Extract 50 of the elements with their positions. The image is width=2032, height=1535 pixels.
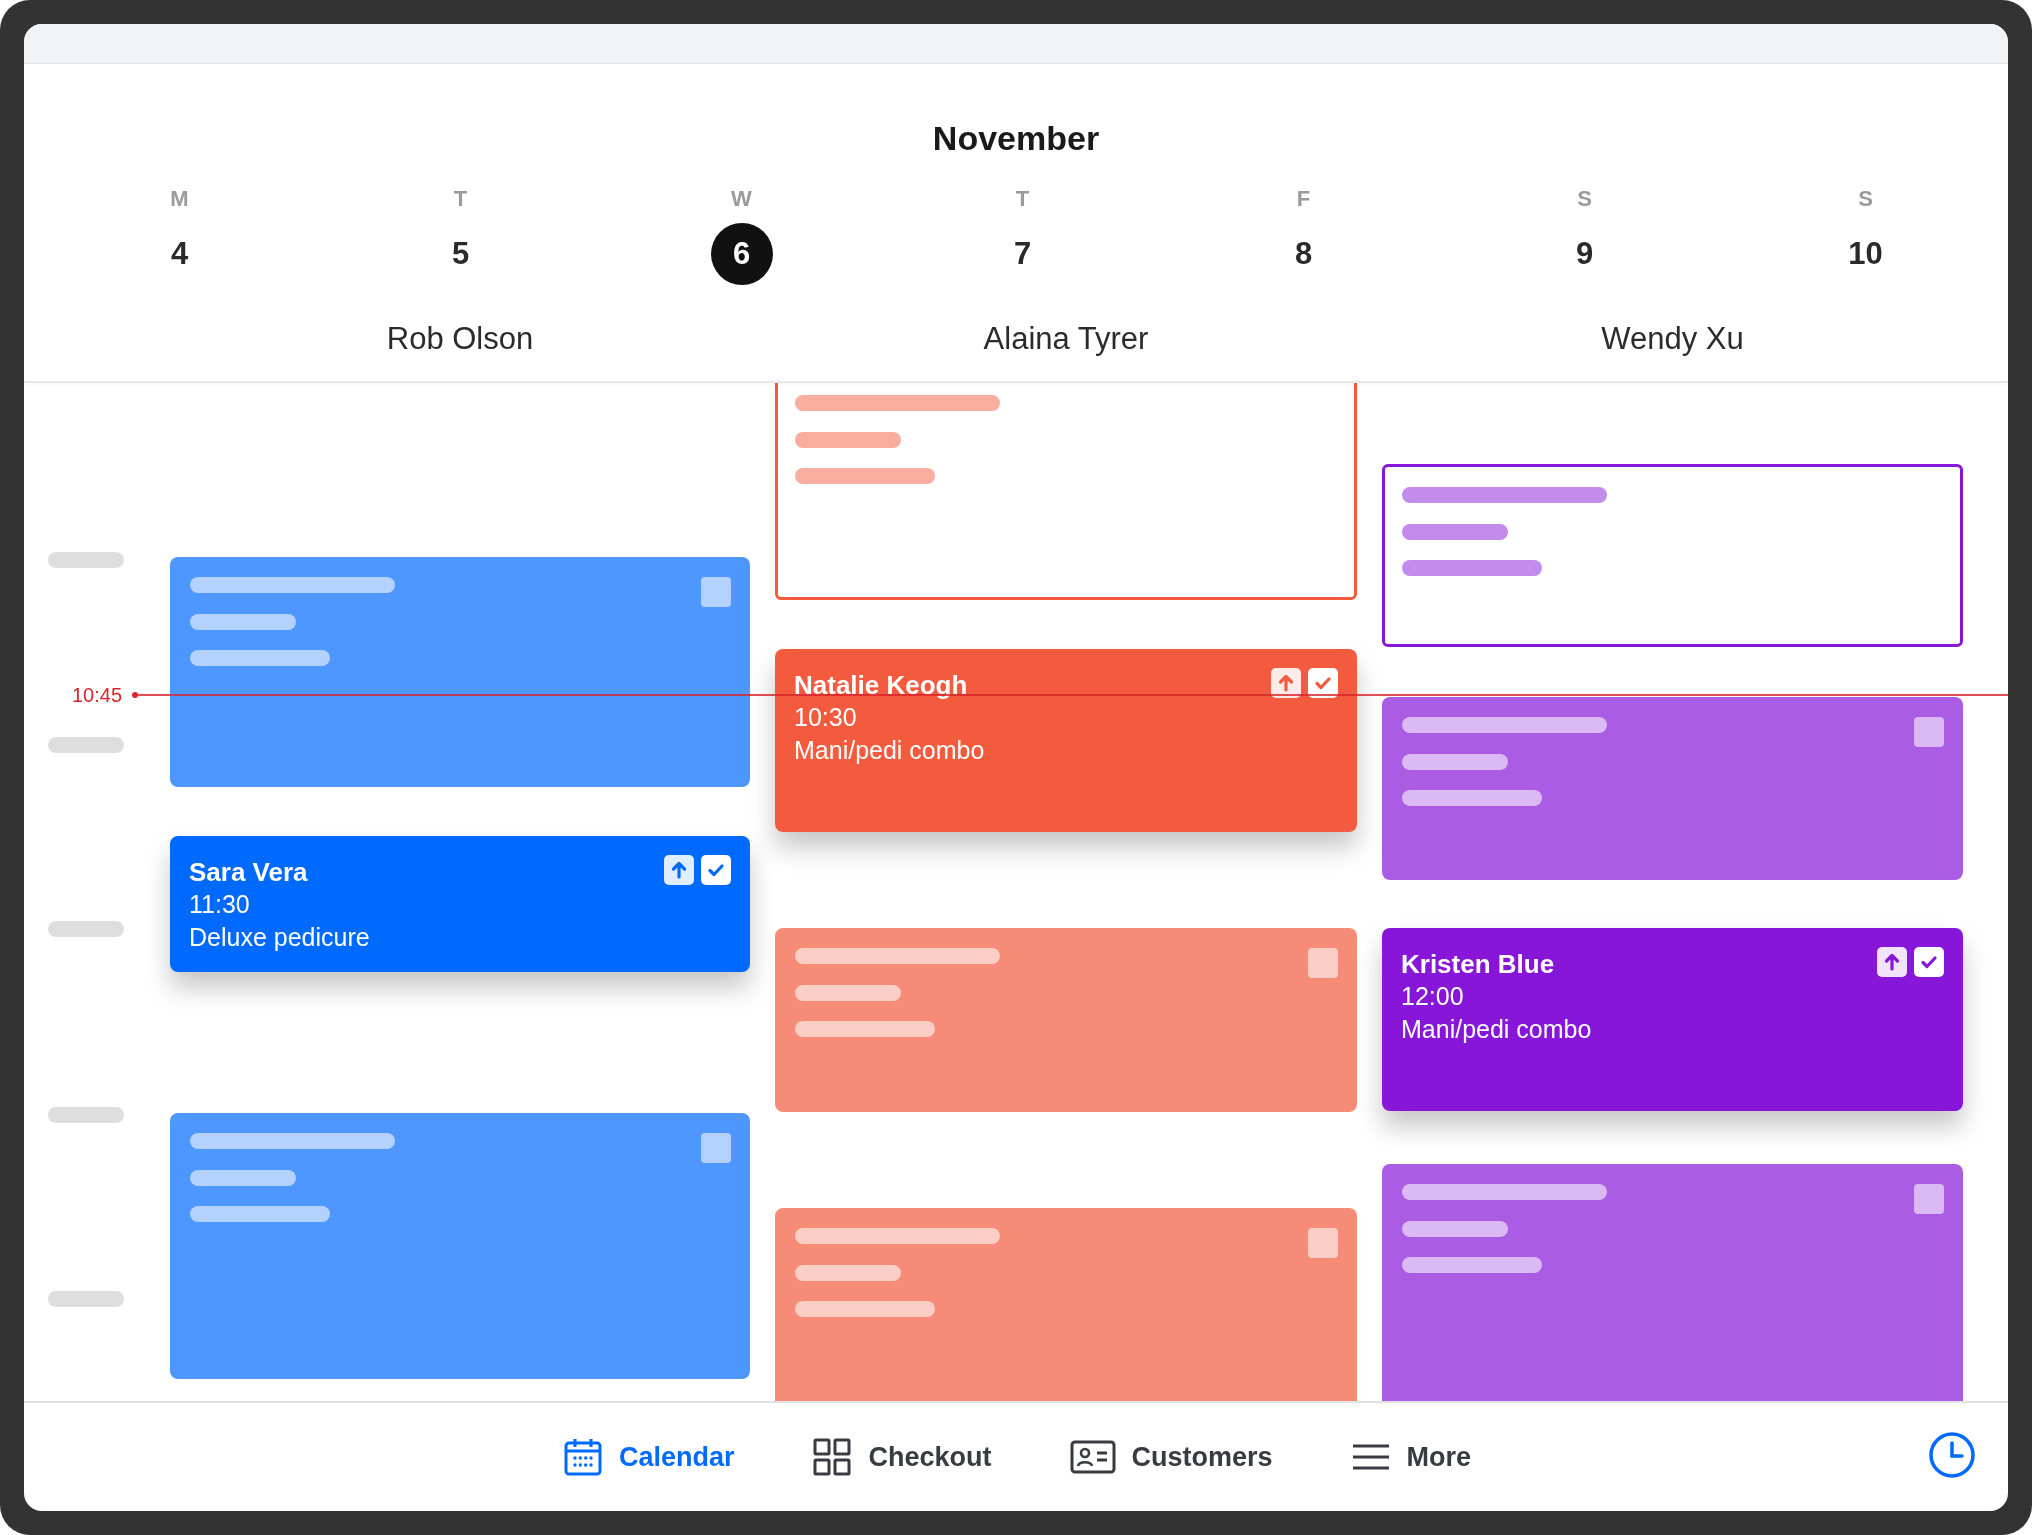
weekday-label: W — [731, 186, 752, 212]
appointment-time: 12:00 — [1401, 981, 1465, 1012]
weekday-label: S — [1858, 186, 1873, 212]
staff-name: Rob Olson — [385, 321, 535, 357]
event-placeholder[interactable] — [1382, 697, 1963, 880]
event-placeholder[interactable] — [170, 1113, 750, 1379]
service-name: Mani/pedi combo — [794, 735, 986, 766]
id-card-icon — [1069, 1440, 1116, 1474]
weekday-label: M — [170, 186, 189, 212]
nav-tab[interactable]: More — [1350, 1437, 1472, 1477]
service-name: Deluxe pedicure — [189, 922, 371, 953]
appointment-card[interactable]: Sara Vera 11:30 Deluxe pedicure — [170, 836, 750, 972]
date-number[interactable]: 9 — [1553, 223, 1616, 285]
staff-name: Alaina Tyrer — [982, 321, 1150, 357]
month-title: November — [931, 118, 1101, 158]
checkmark-icon[interactable] — [701, 855, 731, 885]
date-number[interactable]: 8 — [1272, 223, 1335, 285]
checkmark-icon[interactable] — [1308, 668, 1338, 698]
date-number[interactable]: 6 — [710, 223, 773, 285]
checkmark-icon[interactable] — [1914, 947, 1944, 977]
service-name: Mani/pedi combo — [1401, 1014, 1593, 1045]
event-placeholder[interactable] — [1382, 1164, 1963, 1401]
client-name: Kristen Blue — [1401, 948, 1555, 980]
staff-name: Wendy Xu — [1600, 321, 1745, 357]
date-number[interactable]: 4 — [148, 223, 211, 285]
weekday-label: S — [1577, 186, 1592, 212]
date-number[interactable]: 7 — [991, 223, 1054, 285]
nav-tab[interactable]: Checkout — [812, 1437, 992, 1477]
calendar-icon — [562, 1437, 603, 1477]
date-number[interactable]: 10 — [1834, 223, 1897, 285]
appointment-time: 11:30 — [189, 889, 251, 920]
weekday-label: T — [1015, 186, 1030, 212]
weekday-label: T — [453, 186, 468, 212]
appointment-card[interactable]: Kristen Blue 12:00 Mani/pedi combo — [1382, 928, 1963, 1111]
event-placeholder[interactable] — [170, 557, 750, 787]
arrow-up-icon[interactable] — [1271, 668, 1301, 698]
current-time-label: 10:45 — [72, 683, 123, 708]
nav-tab[interactable]: Calendar — [562, 1437, 735, 1477]
appointment-time: 10:30 — [794, 702, 858, 733]
nav-tab[interactable]: Customers — [1069, 1437, 1273, 1477]
outlined-event-placeholder[interactable] — [775, 383, 1357, 600]
weekday-label: F — [1296, 186, 1311, 212]
client-name: Natalie Keogh — [794, 669, 968, 701]
client-name: Sara Vera — [189, 856, 308, 888]
outlined-event-placeholder[interactable] — [1382, 464, 1963, 647]
arrow-up-icon[interactable] — [1877, 947, 1907, 977]
clock-icon[interactable] — [1928, 1431, 1976, 1479]
arrow-up-icon[interactable] — [664, 855, 694, 885]
grid-icon — [812, 1437, 853, 1477]
date-number[interactable]: 5 — [429, 223, 492, 285]
